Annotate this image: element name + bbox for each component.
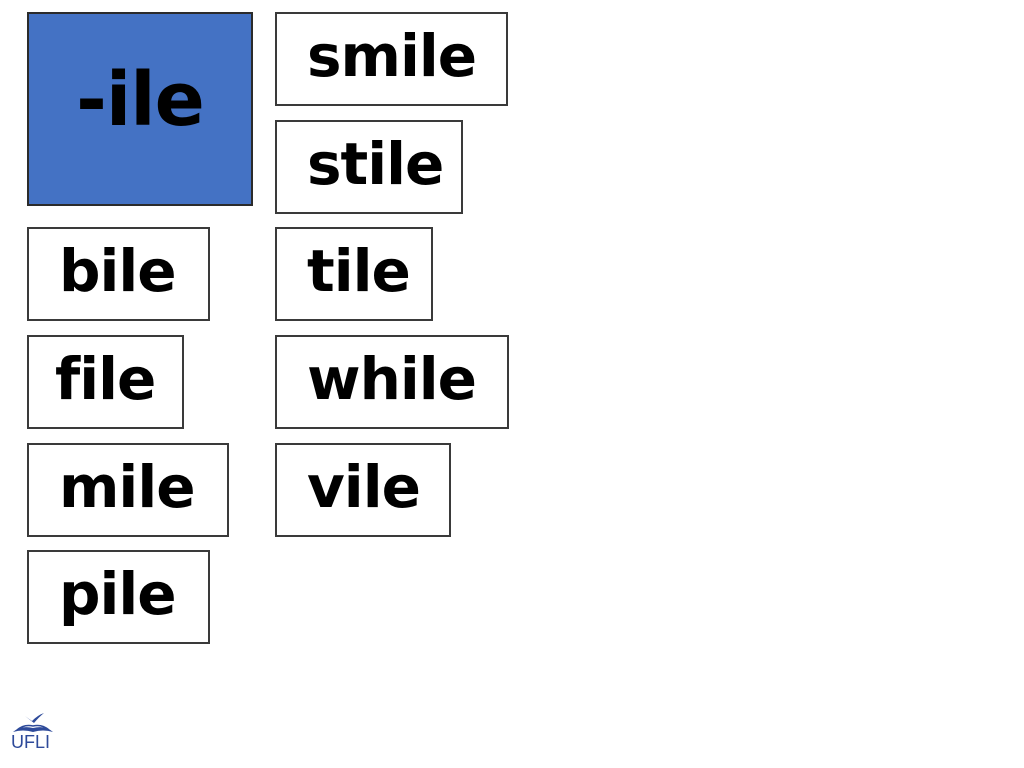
word-card-text: file	[55, 345, 156, 413]
word-card-text: pile	[59, 560, 177, 628]
slide: -ile smile stile bile tile file while mi…	[0, 0, 1024, 768]
word-card: stile	[275, 120, 463, 214]
word-card: smile	[275, 12, 508, 106]
logo-text: UFLI	[11, 732, 51, 752]
word-card-text: vile	[307, 453, 421, 521]
word-family-header-card: -ile	[27, 12, 253, 206]
word-card: bile	[27, 227, 210, 321]
word-card-text: mile	[59, 453, 196, 521]
word-card: pile	[27, 550, 210, 644]
word-card-text: smile	[307, 22, 477, 90]
open-book-with-bird-icon	[13, 713, 53, 732]
word-card: mile	[27, 443, 229, 537]
word-card: vile	[275, 443, 451, 537]
word-card-text: while	[307, 345, 477, 413]
word-card-text: tile	[307, 237, 411, 305]
word-card-text: bile	[59, 237, 177, 305]
word-family-label: -ile	[76, 57, 205, 143]
word-card-text: stile	[307, 130, 444, 198]
word-card: tile	[275, 227, 433, 321]
word-card: file	[27, 335, 184, 429]
word-card: while	[275, 335, 509, 429]
ufli-logo: UFLI	[9, 712, 59, 758]
